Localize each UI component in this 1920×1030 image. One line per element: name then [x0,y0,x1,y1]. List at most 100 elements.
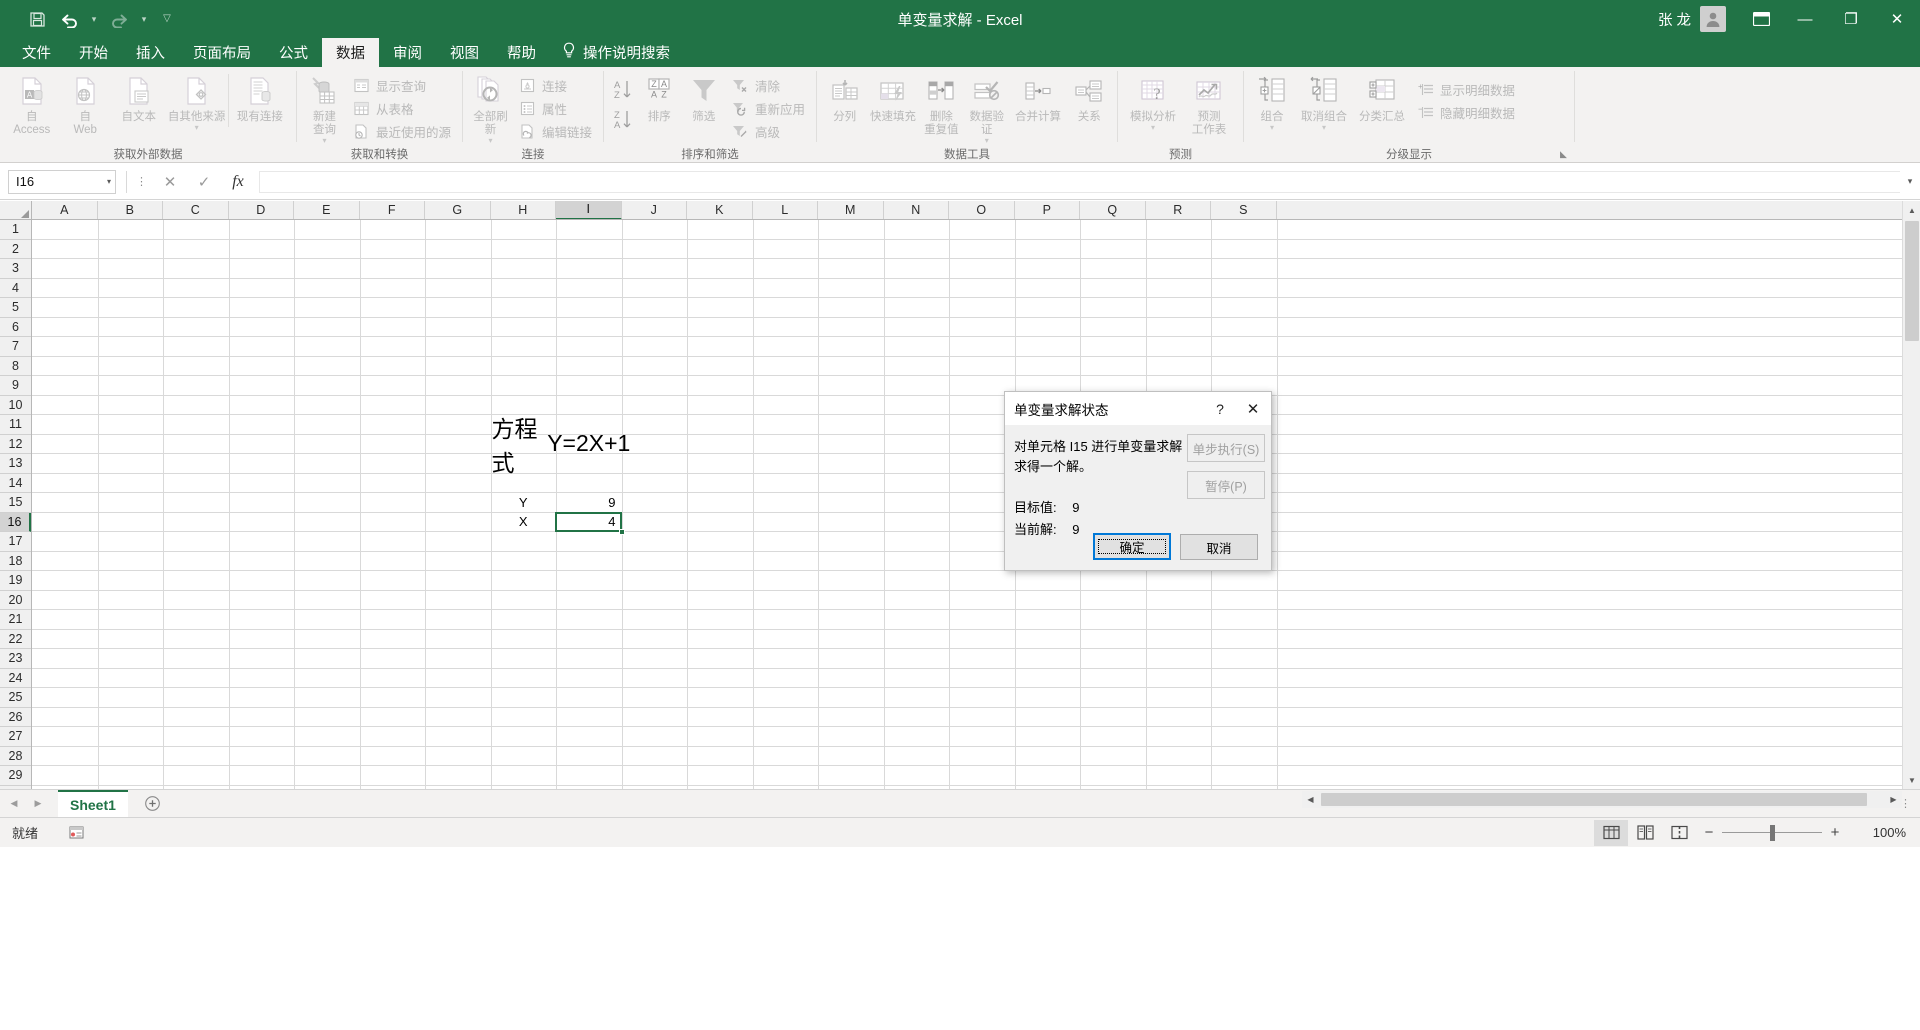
ribbon-button-show-queries[interactable]: 显示查询 [347,74,457,97]
row-header-11[interactable]: 11 [0,415,31,435]
scroll-up-icon[interactable]: ▲ [1903,201,1920,219]
tab-data[interactable]: 数据 [322,38,379,67]
row-header-5[interactable]: 5 [0,298,31,318]
horizontal-scrollbar[interactable]: ◀ ▶ [1302,791,1902,808]
ribbon-button-from-web[interactable]: 自 Web [58,70,111,137]
ribbon-button-advanced[interactable]: 高级 [726,120,811,143]
row-header-25[interactable]: 25 [0,688,31,708]
normal-view-icon[interactable] [1594,819,1628,846]
row-header-10[interactable]: 10 [0,395,31,415]
ribbon-button-recent-sources[interactable]: 最近使用的源 [347,120,457,143]
close-button[interactable]: ✕ [1874,0,1920,38]
zoom-slider[interactable] [1722,820,1822,846]
ribbon-button-existing-connections[interactable]: 现有连接 [229,70,291,124]
cell-I15[interactable]: 9 [557,493,621,512]
column-header-E[interactable]: E [294,201,360,219]
row-header-26[interactable]: 26 [0,707,31,727]
vertical-scrollbar[interactable]: ▲ ▼ [1902,201,1920,789]
row-header-4[interactable]: 4 [0,278,31,298]
row-header-17[interactable]: 17 [0,532,31,552]
ribbon-button-subtotal[interactable]: 分类汇总 [1353,70,1411,124]
ribbon-button-connections[interactable]: 连接 [513,74,598,97]
sort-ascending-icon[interactable]: AZ [609,75,637,105]
cell-H12[interactable]: 方程式 [492,416,556,476]
chevron-down-icon[interactable]: ▾ [195,123,199,132]
ok-button[interactable]: 确定 [1093,533,1171,560]
scroll-down-icon[interactable]: ▼ [1903,771,1920,789]
column-header-B[interactable]: B [97,201,163,219]
chevron-down-icon[interactable]: ▾ [1151,123,1155,132]
row-header-6[interactable]: 6 [0,317,31,337]
tab-file[interactable]: 文件 [8,38,65,67]
cell-I12[interactable]: Y=2X+1 [547,430,630,456]
chevron-down-icon[interactable]: ▾ [322,136,326,145]
step-button[interactable]: 单步执行(S) [1187,434,1265,462]
column-header-N[interactable]: N [883,201,949,219]
sheet-nav-next-icon[interactable]: ▶ [30,798,46,809]
row-header-21[interactable]: 21 [0,610,31,630]
scroll-right-icon[interactable]: ▶ [1885,791,1902,808]
chevron-down-icon[interactable]: ▾ [107,177,111,186]
tab-home[interactable]: 开始 [65,38,122,67]
column-header-R[interactable]: R [1145,201,1211,219]
ribbon-button-forecast-sheet[interactable]: 预测 工作表 [1183,70,1235,137]
row-header-8[interactable]: 8 [0,356,31,376]
cancel-button[interactable]: 取消 [1180,534,1258,560]
tab-view[interactable]: 视图 [436,38,493,67]
ribbon-button-data-validation[interactable]: 数据验 证 ▾ [964,70,1009,146]
row-header-19[interactable]: 19 [0,571,31,591]
column-header-G[interactable]: G [425,201,491,219]
ribbon-display-options-icon[interactable] [1740,0,1782,38]
name-box[interactable]: I16 ▾ [8,169,116,194]
column-header-C[interactable]: C [163,201,229,219]
row-header-24[interactable]: 24 [0,668,31,688]
row-header-22[interactable]: 22 [0,629,31,649]
help-icon[interactable]: ? [1205,401,1235,417]
ribbon-button-consolidate[interactable]: 合并计算 [1009,70,1066,124]
tell-me-search[interactable]: 操作说明搜索 [550,38,680,67]
ribbon-button-ungroup[interactable]: 取消组合 ▾ [1295,70,1353,132]
row-header-2[interactable]: 2 [0,239,31,259]
sort-descending-icon[interactable]: ZA [609,105,637,135]
column-header-M[interactable]: M [818,201,884,219]
ribbon-button-clear[interactable]: 清除 [726,74,811,97]
chevron-down-icon[interactable]: ▾ [1270,123,1274,132]
redo-dropdown-icon[interactable]: ▾ [136,4,152,34]
row-header-14[interactable]: 14 [0,473,31,493]
ribbon-button-sort[interactable]: ZAAZ 排序 [637,70,681,124]
cell-H15[interactable]: Y [492,493,556,512]
zoom-slider-knob[interactable] [1770,824,1775,841]
column-header-S[interactable]: S [1211,201,1277,219]
page-break-icon[interactable] [1662,820,1696,846]
chevron-down-icon[interactable]: ▾ [488,136,492,145]
ribbon-button-from-table[interactable]: 从表格 [347,97,457,120]
ribbon-button-remove-duplicates[interactable]: 删除 重复值 [919,70,964,137]
record-macro-icon[interactable] [66,825,86,840]
column-header-Q[interactable]: Q [1080,201,1146,219]
horizontal-scroll-track[interactable] [1319,791,1885,808]
cancel-icon[interactable]: ✕ [153,173,187,191]
row-header-23[interactable]: 23 [0,649,31,669]
row-header-16[interactable]: 16 [0,512,31,532]
zoom-out-button[interactable]: − [1696,824,1722,841]
row-header-15[interactable]: 15 [0,493,31,513]
row-header-7[interactable]: 7 [0,337,31,357]
chevron-down-icon[interactable]: ▾ [985,136,989,145]
row-header-1[interactable]: 1 [0,220,31,240]
select-all-corner[interactable] [0,201,32,220]
insert-function-icon[interactable]: fx [221,173,255,191]
column-header-I[interactable]: I [556,201,622,219]
customize-qat-icon[interactable]: ▽ [154,4,180,34]
row-header-3[interactable]: 3 [0,259,31,279]
column-header-A[interactable]: A [32,201,98,219]
column-header-P[interactable]: P [1014,201,1080,219]
vertical-scroll-thumb[interactable] [1905,221,1919,341]
minimize-button[interactable]: — [1782,0,1828,38]
ribbon-button-from-access[interactable]: A 自 Access [5,70,58,137]
column-header-K[interactable]: K [687,201,753,219]
column-header-O[interactable]: O [949,201,1015,219]
undo-dropdown-icon[interactable]: ▾ [86,4,102,34]
scroll-left-icon[interactable]: ◀ [1302,791,1319,808]
user-account[interactable]: 张 龙 [1658,6,1726,32]
row-header-18[interactable]: 18 [0,551,31,571]
